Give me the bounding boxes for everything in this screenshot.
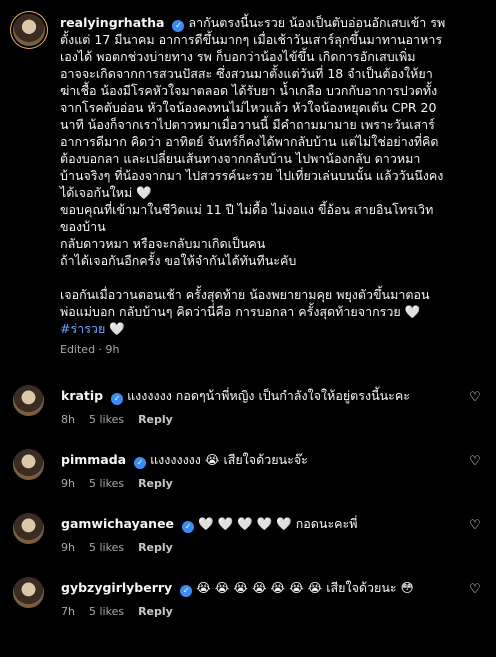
verified-badge-icon: ✓ [134, 457, 147, 469]
comment-item: pimmada ✓ แงงงงงงง 😭 เสียใจด้วยนะจ๊ะ 9h 5 l… [0, 447, 496, 511]
verified-badge-icon: ✓ [182, 521, 195, 533]
comment-item: kratip ✓ แงงงงงง กอดๆน้าพี่หญิง เป็นกำลังใ… [0, 383, 496, 447]
caption-line: บ้านจริงๆ ที่น้องจากมา ไปสวรรค์นะรวย ไปเ… [60, 168, 444, 183]
comment-avatar[interactable] [13, 385, 44, 416]
comment-text: 🤍 🤍 🤍 🤍 🤍 กอดนะคะพี่ [198, 516, 358, 531]
author-avatar[interactable] [13, 14, 45, 46]
heart-outline-icon[interactable]: ♡ [468, 519, 482, 533]
caption-line: นาที น้องก็จากเราไปตาวหมาเมื่อวานนี้ มีค… [60, 117, 435, 132]
comment-text: 😭 😭 😭 😭 😭 😭 😭 เสียใจด้วยนะ 😳 [196, 580, 414, 595]
hashtag-link[interactable]: #ร่ารวย [60, 321, 105, 336]
author-username[interactable]: realyingrhatha [60, 15, 164, 30]
comment-time: 9h [61, 541, 75, 554]
caption-line: ฆ่าเชื้อ น้องมีโรคหัวใจมาตลอด ได้รับยา น… [60, 83, 438, 98]
comment-meta: 8h 5 likes Reply [61, 413, 456, 426]
comment-username[interactable]: kratip [61, 388, 103, 403]
verified-badge-icon: ✓ [180, 585, 193, 597]
comment-line: pimmada ✓ แงงงงงงง 😭 เสียใจด้วยนะจ๊ะ [61, 451, 456, 469]
heart-outline-icon[interactable]: ♡ [468, 583, 482, 597]
heart-outline-icon[interactable]: ♡ [468, 455, 482, 469]
caption-line: กลับดาวหมา หรือจะกลับมาเกิดเป็นคน [60, 236, 266, 251]
caption-line-0: realyingrhatha ✓ ลากันตรงนี้นะรวย น้องเป็น… [60, 14, 482, 32]
comment-item: gybzygirlyberry ✓ 😭 😭 😭 😭 😭 😭 😭 เสียใจด้วย… [0, 575, 496, 639]
caption-line: ต้องบอกลา และเปลี่ยนเส้นทางจากกลับบ้าน ไ… [60, 151, 421, 166]
reply-button[interactable]: Reply [138, 413, 173, 426]
reply-button[interactable]: Reply [138, 477, 173, 490]
comment-line: gamwichayanee ✓ 🤍 🤍 🤍 🤍 🤍 กอดนะคะพี่ [61, 515, 456, 533]
verified-badge-icon: ✓ [111, 393, 124, 405]
caption-body: realyingrhatha ✓ ลากันตรงนี้นะรวย น้องเป็น… [60, 14, 482, 359]
reply-button[interactable]: Reply [138, 541, 173, 554]
comment-likes[interactable]: 5 likes [89, 477, 124, 490]
comment-likes[interactable]: 5 likes [89, 605, 124, 618]
caption-line: อาการดีมาก คิดว่า อาทิตย์ จันทร์ก็คงได้พ… [60, 134, 439, 149]
comment-text: แงงงงงงง 😭 เสียใจด้วยนะจ๊ะ [150, 452, 308, 467]
caption-text: ลากันตรงนี้นะรวย น้องเป็นตับอ่อนอักเสบเข… [188, 15, 446, 30]
caption-line: ขอบคุณที่เข้ามาในชีวิตแม่ 11 ปี ไม่ดื้อ … [60, 202, 434, 217]
comment-likes[interactable]: 5 likes [89, 541, 124, 554]
comment-meta: 9h 5 likes Reply [61, 541, 456, 554]
comment-time: 8h [61, 413, 75, 426]
comment-item: gamwichayanee ✓ 🤍 🤍 🤍 🤍 🤍 กอดนะคะพี่ 9h 5 l… [0, 511, 496, 575]
hashtag-suffix: 🤍 [105, 321, 125, 336]
caption-line [60, 269, 482, 286]
edited-timestamp: Edited · 9h [60, 343, 120, 356]
comment-time: 9h [61, 477, 75, 490]
caption-line: ถ้าได้เจอกันอีกครั้ง ขอให้จำกันได้ทันทีน… [60, 253, 297, 268]
comment-text: แงงงงงง กอดๆน้าพี่หญิง เป็นกำลังใจให้อยู… [127, 388, 410, 403]
caption-line: ได้เจอกันใหม่ 🤍 [60, 185, 152, 200]
caption-line: จากโรคตับอ่อน หัวใจน้องคงทนไม่ไหวแล้ว หั… [60, 100, 437, 115]
caption-line: ของบ้าน [60, 219, 106, 234]
reply-button[interactable]: Reply [138, 605, 173, 618]
caption-post: realyingrhatha ✓ ลากันตรงนี้นะรวย น้องเป็น… [0, 0, 496, 359]
caption-line: เองได้ พอตกช่วงบ่ายทาง รพ ก็บอกว่าน้องไข… [60, 49, 416, 64]
comment-meta: 7h 5 likes Reply [61, 605, 456, 618]
comment-time: 7h [61, 605, 75, 618]
comment-username[interactable]: gybzygirlyberry [61, 580, 172, 595]
caption-line: ตั้งแต่ 17 มีนาคม อาการดีขึ้นมากๆ เมื่อเ… [60, 32, 443, 47]
caption-line: เจอกันเมื่อวานตอนเช้า ครั้งสุดท้าย น้องพ… [60, 287, 430, 302]
comment-avatar[interactable] [13, 513, 44, 544]
comment-line: gybzygirlyberry ✓ 😭 😭 😭 😭 😭 😭 😭 เสียใจด้วย… [61, 579, 456, 597]
comment-username[interactable]: gamwichayanee [61, 516, 174, 531]
caption-line: อาจจะเกิดจากการสวนปัสสะ ซึ่งสวนมาตั้งแต่… [60, 66, 433, 81]
caption-hashtag-line: #ร่ารวย 🤍 [60, 320, 482, 337]
heart-outline-icon[interactable]: ♡ [468, 391, 482, 405]
comment-avatar[interactable] [13, 449, 44, 480]
caption-line: พ่อแม่บอก กลับบ้านๆ คิดว่านี่คือ การบอกล… [60, 304, 421, 319]
comment-meta: 9h 5 likes Reply [61, 477, 456, 490]
comment-avatar[interactable] [13, 577, 44, 608]
comment-username[interactable]: pimmada [61, 452, 126, 467]
comment-line: kratip ✓ แงงงงงง กอดๆน้าพี่หญิง เป็นกำลังใ… [61, 387, 456, 405]
comment-likes[interactable]: 5 likes [89, 413, 124, 426]
